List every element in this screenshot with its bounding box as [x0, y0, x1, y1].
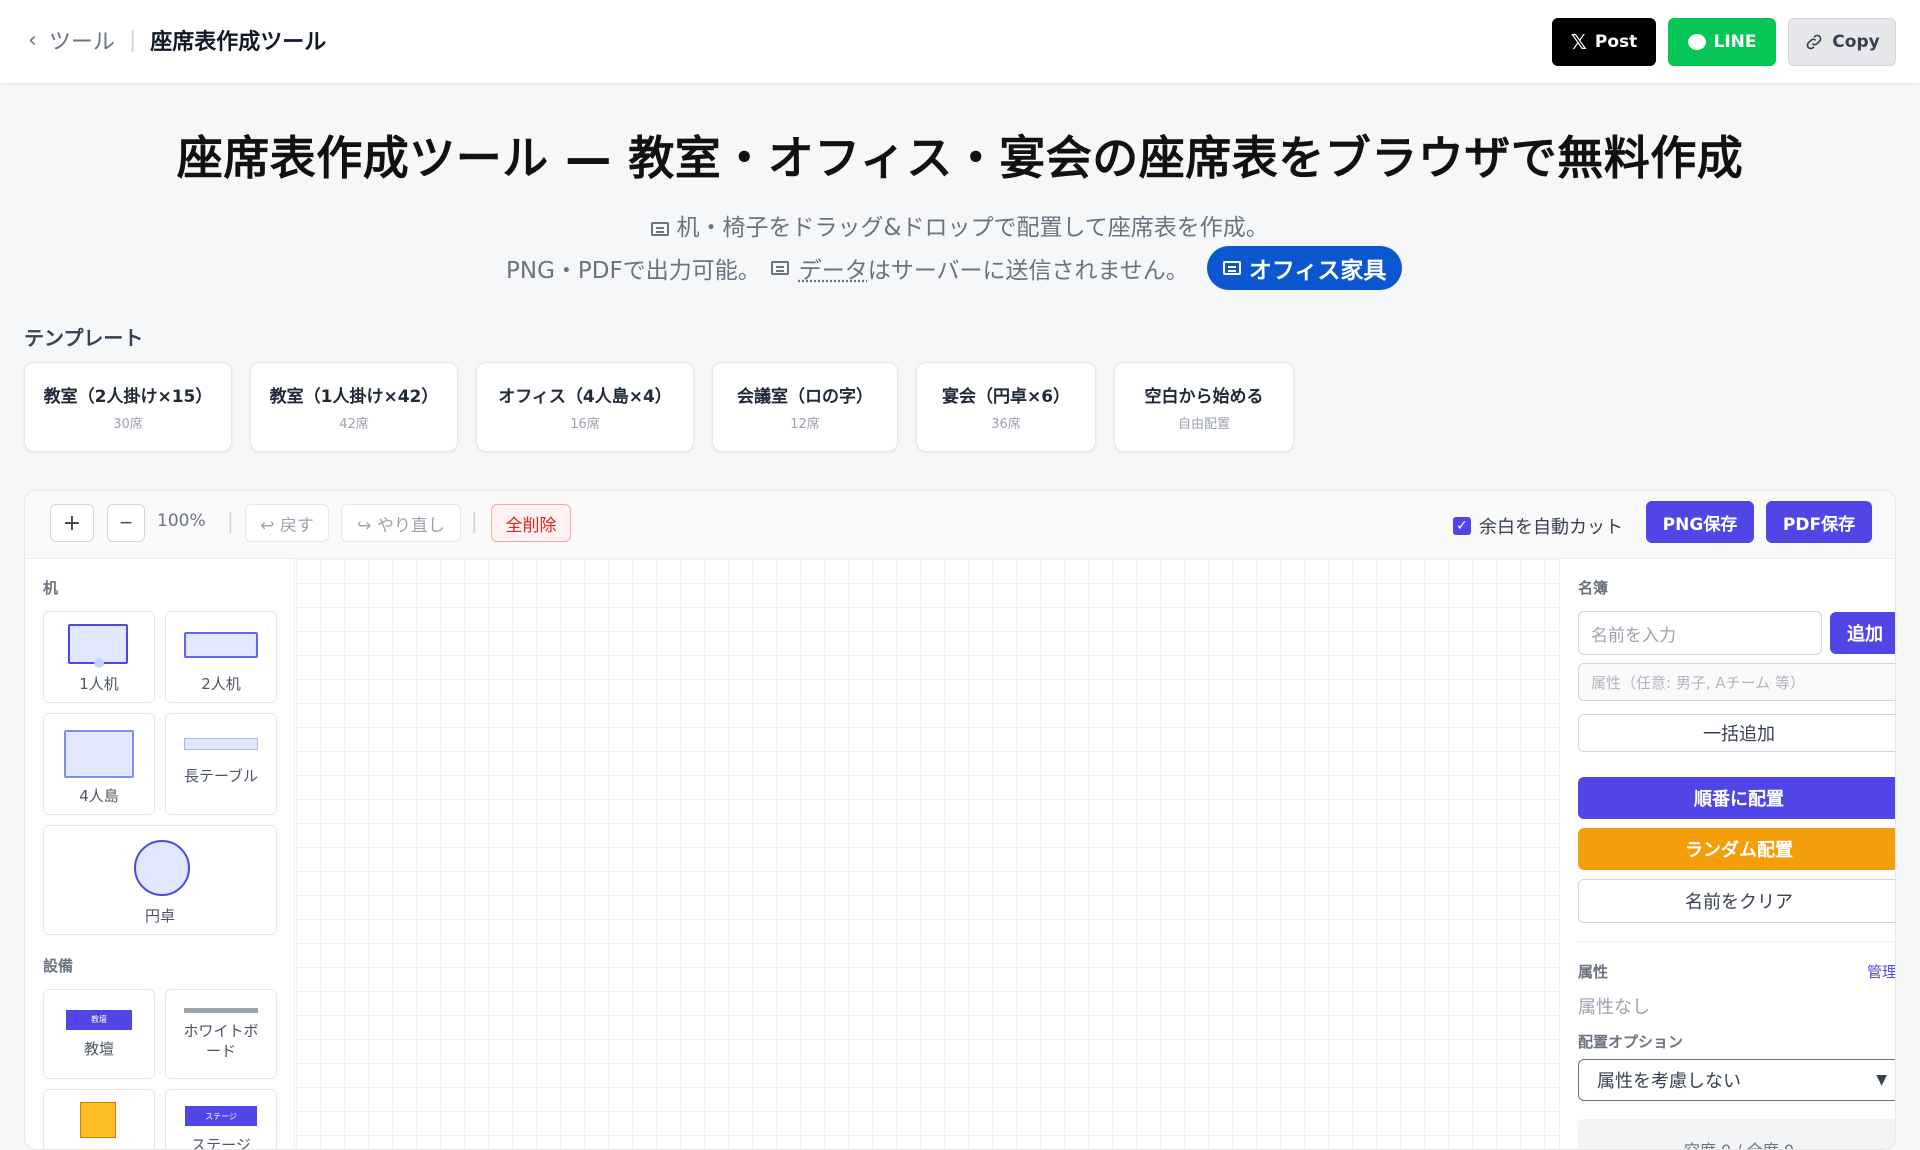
chevron-down-icon: ▼ [1876, 1072, 1887, 1088]
template-banquet[interactable]: 宴会（円卓×6） 36席 [916, 362, 1096, 452]
redo-button[interactable]: ↪ やり直し [341, 504, 461, 542]
name-input[interactable]: 名前を入力 [1578, 611, 1822, 655]
attribute-input[interactable]: 属性（任意: 男子, Aチーム 等） [1578, 663, 1895, 701]
round-table-shape [134, 840, 190, 896]
template-classroom-single[interactable]: 教室（1人掛け×42） 42席 [250, 362, 458, 452]
placement-option-label: 配置オプション [1578, 1033, 1684, 1051]
desks-section-label: 机 [43, 579, 59, 597]
main-heading: 座席表作成ツール — 教室・オフィス・宴会の座席表をブラウザで無料作成 [176, 131, 1744, 185]
attributes-label: 属性 [1578, 963, 1609, 981]
double-desk-shape [184, 632, 258, 658]
long-table-shape [184, 738, 258, 750]
seat-summary: 空席 0 / 全席 0 [1578, 1119, 1895, 1149]
chair-dot [94, 658, 104, 668]
seating-canvas[interactable] [296, 559, 1559, 1149]
link-icon [1806, 34, 1822, 50]
item-palette: 机 1人机 2人机 4人島 長テーブル 円卓 設備 教壇 教壇 ホワイトボード … [25, 559, 295, 1149]
palette-door[interactable] [43, 1089, 155, 1149]
png-save-button[interactable]: PNG保存 [1646, 501, 1754, 543]
add-name-button[interactable]: 追加 [1830, 612, 1895, 654]
zoom-in-button[interactable]: + [50, 504, 94, 542]
top-bar: ‹ ツール | 座席表作成ツール 𝕏 Post LINE Copy [0, 0, 1920, 84]
palette-podium[interactable]: 教壇 教壇 [43, 989, 155, 1079]
template-office-islands[interactable]: オフィス（4人島×4） 16席 [476, 362, 694, 452]
placement-option-select[interactable]: 属性を考慮しない ▼ [1578, 1059, 1895, 1101]
island-shape [64, 730, 134, 778]
template-list: 教室（2人掛け×15） 30席 教室（1人掛け×42） 42席 オフィス（4人島… [24, 362, 1294, 452]
stage-shape: ステージ [185, 1106, 257, 1126]
toolbar-separator: | [227, 509, 234, 533]
share-line-button[interactable]: LINE [1668, 18, 1776, 66]
line-chat-icon [1687, 34, 1706, 50]
office-furniture-pill[interactable]: オフィス家具 [1206, 246, 1403, 290]
clear-names-button[interactable]: 名前をクリア [1578, 879, 1895, 923]
place-in-order-button[interactable]: 順番に配置 [1578, 777, 1895, 819]
roster-panel: 名簿 名前を入力 追加 属性（任意: 男子, Aチーム 等） 一括追加 順番に配… [1559, 559, 1895, 1149]
data-term: データ [798, 258, 868, 284]
palette-four-island[interactable]: 4人島 [43, 713, 155, 815]
palette-stage[interactable]: ステージ ステージ [165, 1089, 277, 1149]
clear-all-button[interactable]: 全削除 [491, 504, 571, 542]
zoom-level: 100% [157, 511, 206, 531]
whiteboard-shape [184, 1007, 258, 1013]
panel-divider [1578, 941, 1895, 942]
x-logo-icon: 𝕏 [1570, 30, 1587, 54]
document-icon [651, 221, 670, 236]
hero: 座席表作成ツール — 教室・オフィス・宴会の座席表をブラウザで無料作成 [0, 122, 1920, 188]
template-meeting-room[interactable]: 会議室（ロの字） 12席 [712, 362, 898, 452]
share-buttons: 𝕏 Post LINE Copy [1552, 18, 1896, 66]
manage-attributes-link[interactable]: 管理 [1867, 961, 1895, 982]
templates-label: テンプレート [24, 326, 144, 350]
seat-editor: + − 100% | ↩ 戻す ↪ やり直し | 全削除 ✓ 余白を自動カット … [24, 490, 1896, 1150]
template-blank[interactable]: 空白から始める 自由配置 [1114, 362, 1294, 452]
palette-long-table[interactable]: 長テーブル [165, 713, 277, 815]
hero-line-2: PNG・PDFで出力可能。 データはサーバーに送信されません。 オフィス家具 [506, 246, 1403, 290]
page-title: 座席表作成ツール [150, 30, 327, 55]
document-icon [1222, 261, 1241, 275]
palette-double-desk[interactable]: 2人机 [165, 611, 277, 703]
door-icon [80, 1102, 116, 1138]
palette-single-desk[interactable]: 1人机 [43, 611, 155, 703]
toolbar-separator: | [471, 509, 478, 533]
equipment-section-label: 設備 [43, 957, 74, 975]
palette-whiteboard[interactable]: ホワイトボード [165, 989, 277, 1079]
podium-shape: 教壇 [66, 1009, 132, 1030]
breadcrumb-separator: | [128, 27, 137, 53]
editor-toolbar: + − 100% | ↩ 戻す ↪ やり直し | 全削除 ✓ 余白を自動カット … [25, 491, 1895, 559]
zoom-out-button[interactable]: − [107, 504, 145, 542]
share-x-button[interactable]: 𝕏 Post [1552, 18, 1656, 66]
undo-button[interactable]: ↩ 戻す [245, 504, 329, 542]
chevron-left-icon: ‹ [28, 27, 37, 53]
template-classroom-pairs[interactable]: 教室（2人掛け×15） 30席 [24, 362, 232, 452]
document-icon [770, 261, 789, 275]
bulk-add-button[interactable]: 一括追加 [1578, 714, 1895, 752]
random-place-button[interactable]: ランダム配置 [1578, 828, 1895, 870]
autocrop-toggle[interactable]: ✓ 余白を自動カット [1453, 513, 1623, 539]
roster-label: 名簿 [1578, 579, 1609, 597]
no-attributes-text: 属性なし [1578, 997, 1650, 1018]
pdf-save-button[interactable]: PDF保存 [1766, 501, 1872, 543]
hero-line-1: 机・椅子をドラッグ&ドロップで配置して座席表を作成。 [0, 208, 1920, 242]
breadcrumb: ‹ ツール | 座席表作成ツール [28, 24, 326, 56]
checkbox-checked-icon[interactable]: ✓ [1453, 517, 1471, 535]
back-link[interactable]: ‹ ツール [28, 24, 115, 56]
palette-round-table[interactable]: 円卓 [43, 825, 277, 935]
copy-link-button[interactable]: Copy [1788, 18, 1896, 66]
